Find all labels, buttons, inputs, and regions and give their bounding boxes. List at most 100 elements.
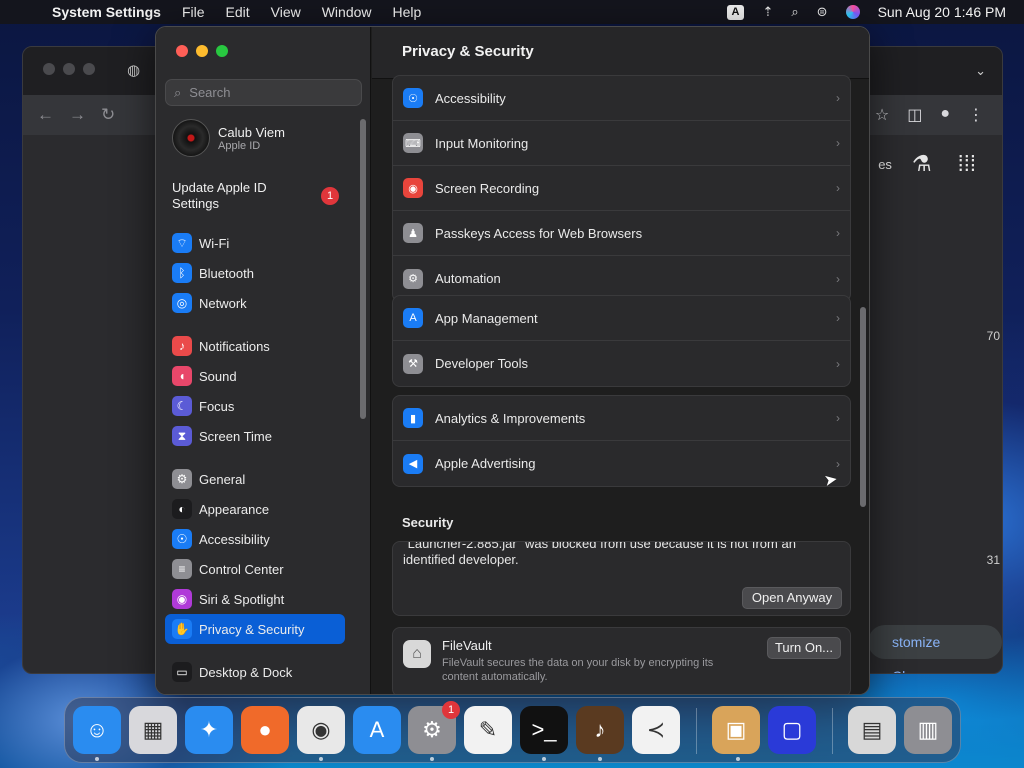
running-indicator (598, 757, 602, 761)
sidebar-item-wi-fi[interactable]: ⌔ Wi-Fi (165, 228, 345, 258)
customize-chrome-button[interactable]: stomize Chrome (868, 625, 1002, 673)
bluetooth-icon: ᛒ (172, 263, 192, 283)
chrome-icon[interactable]: ◉ (297, 706, 345, 754)
apps-grid-icon[interactable]: ⁞⁞⁞ (958, 151, 976, 177)
sidebar-item-label: Notifications (199, 338, 270, 354)
bookmark-star-icon[interactable]: ☆ (875, 105, 889, 125)
menu-help[interactable]: Help (393, 4, 422, 20)
profile-icon[interactable]: ● (940, 105, 950, 125)
app-name-menu[interactable]: System Settings (52, 4, 161, 20)
launchpad-icon[interactable]: ▦ (129, 706, 177, 754)
menu-file[interactable]: File (182, 4, 205, 20)
archive-icon[interactable]: ▤ (848, 706, 896, 754)
filevault-box: ⌂ FileVault FileVault secures the data o… (392, 627, 851, 694)
sidebar-item-label: Sound (199, 368, 237, 384)
chrome-close-button[interactable] (43, 63, 55, 75)
sidebar-item-sound[interactable]: ◖ Sound (165, 361, 345, 391)
sidebar-item-label: Wi-Fi (199, 235, 230, 251)
row-label: App Management (435, 310, 538, 326)
update-apple-id-settings[interactable]: Update Apple ID Settings (172, 180, 292, 212)
chevron-right-icon: › (836, 356, 840, 371)
side-number: 70 (986, 329, 1000, 343)
gear-icon: ⚙ (172, 469, 192, 489)
wifi-icon: ⌔ (172, 233, 192, 253)
sidebar-item-label: Siri & Spotlight (199, 591, 285, 607)
chevron-right-icon: › (836, 271, 840, 286)
running-indicator (95, 757, 99, 761)
reload-icon[interactable]: ↻ (101, 105, 115, 125)
textedit-icon[interactable]: ✎ (464, 706, 512, 754)
sidebar-item-control-center[interactable]: ≡ Control Center (165, 554, 345, 584)
sidebar-item-screen-time[interactable]: ⧗ Screen Time (165, 421, 345, 451)
minimize-button[interactable] (196, 45, 208, 57)
vscode-icon[interactable]: ≺ (632, 706, 680, 754)
guitar-icon[interactable]: ♪ (576, 706, 624, 754)
chevron-right-icon: › (836, 181, 840, 195)
dock-separator (696, 708, 697, 754)
side-panel-icon[interactable]: ◫ (907, 105, 922, 125)
blocked-app-message: "Launcher-2.885.jar" was blocked from us… (403, 541, 796, 567)
sidebar-item-label: Network (199, 295, 247, 311)
safari-icon[interactable]: ✦ (185, 706, 233, 754)
sidebar-item-focus[interactable]: ☾ Focus (165, 391, 345, 421)
sidebar-item-network[interactable]: ◎ Network (165, 288, 345, 318)
more-menu-icon[interactable]: ⋮ (968, 105, 984, 125)
sidebar-item-general[interactable]: ⚙ General (165, 464, 345, 494)
row-passkeys-access-for-web-browsers[interactable]: ♟ Passkeys Access for Web Browsers › (393, 211, 850, 256)
labs-flask-icon[interactable]: ⚗ (912, 151, 932, 177)
back-icon[interactable]: ← (37, 105, 54, 125)
sidebar-scrollbar[interactable] (360, 119, 366, 419)
open-anyway-button[interactable]: Open Anyway (742, 587, 842, 609)
chrome-tab-icon[interactable]: ◍ (127, 61, 140, 79)
finder-icon[interactable]: ☺ (73, 706, 121, 754)
menu-window[interactable]: Window (322, 4, 372, 20)
sidebar-item-privacy-security[interactable]: ✋ Privacy & Security (165, 614, 345, 644)
sidebar-item-appearance[interactable]: ◐ Appearance (165, 494, 345, 524)
content-scrollbar[interactable] (860, 307, 866, 507)
row-label: Apple Advertising (435, 456, 536, 471)
row-label: Passkeys Access for Web Browsers (435, 225, 643, 241)
trash-icon[interactable]: ▥ (904, 706, 952, 754)
installer-icon[interactable]: ▣ (712, 706, 760, 754)
zoom-button[interactable] (216, 45, 228, 57)
wifi-status-icon[interactable]: ⇡ (762, 4, 773, 20)
terminal-icon[interactable]: >_ (520, 706, 568, 754)
row-analytics-improvements[interactable]: ▮ Analytics & Improvements › (393, 396, 850, 441)
person-icon: ♟ (403, 223, 423, 243)
row-input-monitoring[interactable]: ⌨ Input Monitoring › (393, 121, 850, 166)
input-source-icon[interactable]: A (726, 4, 745, 20)
siri-icon[interactable] (845, 5, 860, 19)
sequence-icon[interactable]: ▢ (768, 706, 816, 754)
app-store-icon: A (403, 308, 423, 328)
spotlight-search-icon[interactable]: ⌕ (791, 4, 798, 20)
app-store-icon[interactable]: A (353, 706, 401, 754)
sidebar-item-accessibility[interactable]: ☉ Accessibility (165, 524, 345, 554)
control-center-icon[interactable]: ⊜ (817, 4, 828, 20)
close-button[interactable] (176, 45, 188, 57)
chrome-minimize-button[interactable] (63, 63, 75, 75)
sidebar-item-bluetooth[interactable]: ᛒ Bluetooth (165, 258, 345, 288)
forward-icon[interactable]: → (69, 105, 86, 125)
profile-name: Calub Viem (218, 124, 285, 140)
menu-edit[interactable]: Edit (226, 4, 250, 20)
row-accessibility[interactable]: ☉ Accessibility › (393, 76, 850, 121)
row-screen-recording[interactable]: ◉ Screen Recording › (393, 166, 850, 211)
chevron-down-icon[interactable]: ⌄ (975, 63, 986, 79)
row-apple-advertising[interactable]: ◀ Apple Advertising › (393, 441, 850, 486)
search-field[interactable]: ⌕ Search (165, 79, 362, 106)
menu-view[interactable]: View (271, 4, 301, 20)
chrome-zoom-button[interactable] (83, 63, 95, 75)
running-indicator (542, 757, 546, 761)
sidebar-item-notifications[interactable]: ♪ Notifications (165, 331, 345, 361)
sidebar-item-desktop-dock[interactable]: ▭ Desktop & Dock (165, 657, 345, 687)
apple-id-profile[interactable]: Calub Viem Apple ID (172, 119, 285, 157)
turn-on-button[interactable]: Turn On... (767, 637, 841, 659)
filevault-description: FileVault secures the data on your disk … (442, 657, 714, 683)
sidebar-item-siri-spotlight[interactable]: ◉ Siri & Spotlight (165, 584, 345, 614)
firefox-icon[interactable]: ● (241, 706, 289, 754)
globe-icon: ◎ (172, 293, 192, 313)
clock[interactable]: Sun Aug 20 1:46 PM (878, 4, 1006, 20)
row-developer-tools[interactable]: ⚒ Developer Tools › (393, 341, 850, 386)
newtab-link-fragment[interactable]: es (878, 157, 892, 172)
row-app-management[interactable]: A App Management › (393, 296, 850, 341)
